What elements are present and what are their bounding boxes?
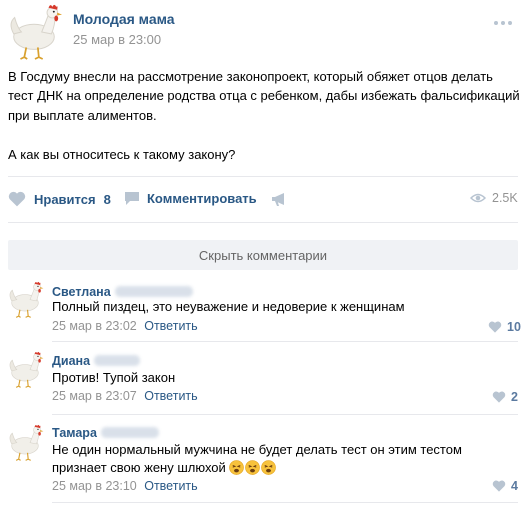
views-count: 2.5K — [492, 191, 518, 205]
comment-item: Диана Против! Тупой закон 25 мар в 23:07… — [0, 347, 528, 409]
comment-icon — [125, 192, 139, 205]
like-button[interactable]: Нравится 8 — [8, 191, 111, 207]
author-avatar[interactable] — [4, 2, 64, 60]
reply-button[interactable]: Ответить — [144, 389, 197, 403]
divider — [8, 222, 518, 223]
comment-like-count: 4 — [511, 479, 518, 493]
reply-button[interactable]: Ответить — [144, 479, 197, 493]
comment-meta: 25 мар в 23:02 Ответить — [52, 319, 198, 333]
comment-item: Светлана Полный пиздец, это неуважение и… — [0, 278, 528, 340]
commenter-name[interactable]: Диана — [52, 354, 90, 368]
like-count: 8 — [103, 191, 111, 207]
divider — [52, 341, 518, 342]
comment-like-count: 2 — [511, 390, 518, 404]
comment-like-button[interactable]: 4 — [492, 479, 518, 493]
commenter-name[interactable]: Тамара — [52, 426, 97, 440]
post-author-name[interactable]: Молодая мама — [73, 11, 175, 27]
blurred-surname — [94, 355, 141, 367]
megaphone-icon[interactable] — [270, 192, 288, 208]
heart-icon — [492, 480, 506, 492]
tired-face-emoji — [261, 460, 276, 475]
tired-face-emoji — [229, 460, 244, 475]
divider — [8, 176, 518, 177]
post-question: А как вы относитесь к такому закону? — [8, 147, 236, 162]
comment-label: Комментировать — [147, 191, 257, 206]
post-menu-icon[interactable] — [494, 17, 518, 29]
heart-icon — [8, 191, 26, 207]
comment-like-button[interactable]: 2 — [492, 390, 518, 404]
commenter-avatar[interactable] — [6, 350, 44, 388]
post-text: В Госдуму внесли на рассмотрение законоп… — [8, 69, 520, 123]
comment-text: Не один нормальный мужчина не будет дела… — [52, 441, 472, 478]
commenter-name[interactable]: Светлана — [52, 285, 111, 299]
divider — [52, 414, 518, 415]
comment-meta: 25 мар в 23:10 Ответить — [52, 479, 198, 493]
divider — [52, 502, 518, 503]
heart-icon — [488, 321, 502, 333]
comment-date[interactable]: 25 мар в 23:02 — [52, 319, 137, 333]
eye-icon — [470, 193, 486, 203]
comment-text: Полный пиздец, это неуважение и недовери… — [52, 299, 405, 314]
comment-like-count: 10 — [507, 320, 521, 334]
post-timestamp[interactable]: 25 мар в 23:00 — [73, 32, 161, 47]
blurred-surname — [100, 427, 159, 439]
tired-face-emoji — [245, 460, 260, 475]
comment-like-button[interactable]: 10 — [488, 320, 521, 334]
heart-icon — [492, 391, 506, 403]
like-label: Нравится — [34, 191, 96, 207]
comment-meta: 25 мар в 23:07 Ответить — [52, 389, 198, 403]
comment-date[interactable]: 25 мар в 23:10 — [52, 479, 137, 493]
commenter-avatar[interactable] — [6, 280, 44, 318]
hide-comments-button[interactable]: Скрыть комментарии — [8, 240, 518, 270]
blurred-surname — [114, 286, 193, 298]
views-counter: 2.5K — [470, 191, 518, 205]
comment-text: Против! Тупой закон — [52, 370, 176, 385]
comment-button[interactable]: Комментировать — [124, 191, 257, 206]
comment-item: Тамара Не один нормальный мужчина не буд… — [0, 420, 528, 502]
commenter-avatar[interactable] — [6, 423, 44, 461]
reply-button[interactable]: Ответить — [144, 319, 197, 333]
comment-date[interactable]: 25 мар в 23:07 — [52, 389, 137, 403]
